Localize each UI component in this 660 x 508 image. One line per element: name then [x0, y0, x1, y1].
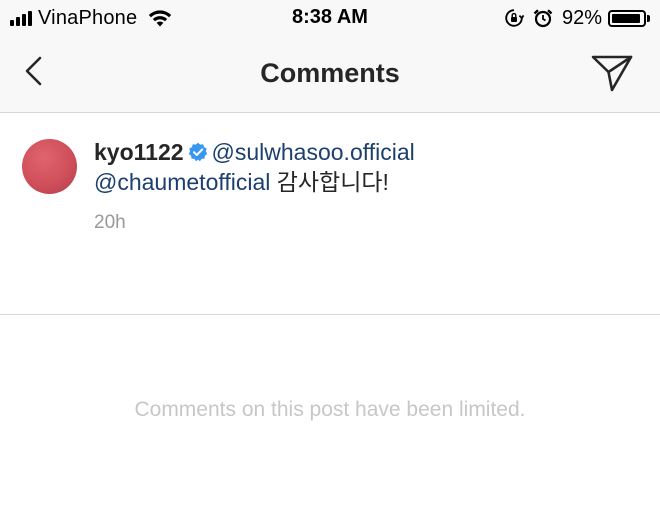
navigation-bar: Comments — [0, 36, 660, 113]
paper-plane-icon[interactable] — [590, 53, 634, 93]
status-bar: VinaPhone 8:38 AM 92% — [0, 0, 660, 36]
comment-username[interactable]: kyo1122 — [94, 139, 184, 165]
comment-item: kyo1122 @sulwhasoo.official @chaumetoffi… — [0, 113, 660, 315]
comment-body: kyo1122 @sulwhasoo.official @chaumetoffi… — [94, 137, 634, 197]
status-right: 92% — [504, 6, 650, 30]
battery-percent: 92% — [561, 6, 602, 29]
mention-link[interactable]: @chaumetofficial — [94, 169, 270, 195]
avatar[interactable] — [22, 139, 77, 194]
mention-link[interactable]: @sulwhasoo.official — [212, 139, 415, 165]
page-title: Comments — [260, 58, 400, 88]
alarm-icon — [533, 9, 553, 28]
comments-screen: VinaPhone 8:38 AM 92% Comments kyo1122 @… — [0, 0, 660, 508]
orientation-lock-icon — [505, 9, 524, 27]
battery-fill — [612, 13, 640, 23]
comment-timestamp: 20h — [94, 212, 126, 233]
verified-badge-icon — [188, 142, 207, 162]
comment-text: 감사합니다! — [276, 169, 389, 195]
battery-icon — [608, 9, 646, 27]
battery-cap — [647, 14, 650, 22]
comments-limited-notice: Comments on this post have been limited. — [134, 398, 526, 421]
